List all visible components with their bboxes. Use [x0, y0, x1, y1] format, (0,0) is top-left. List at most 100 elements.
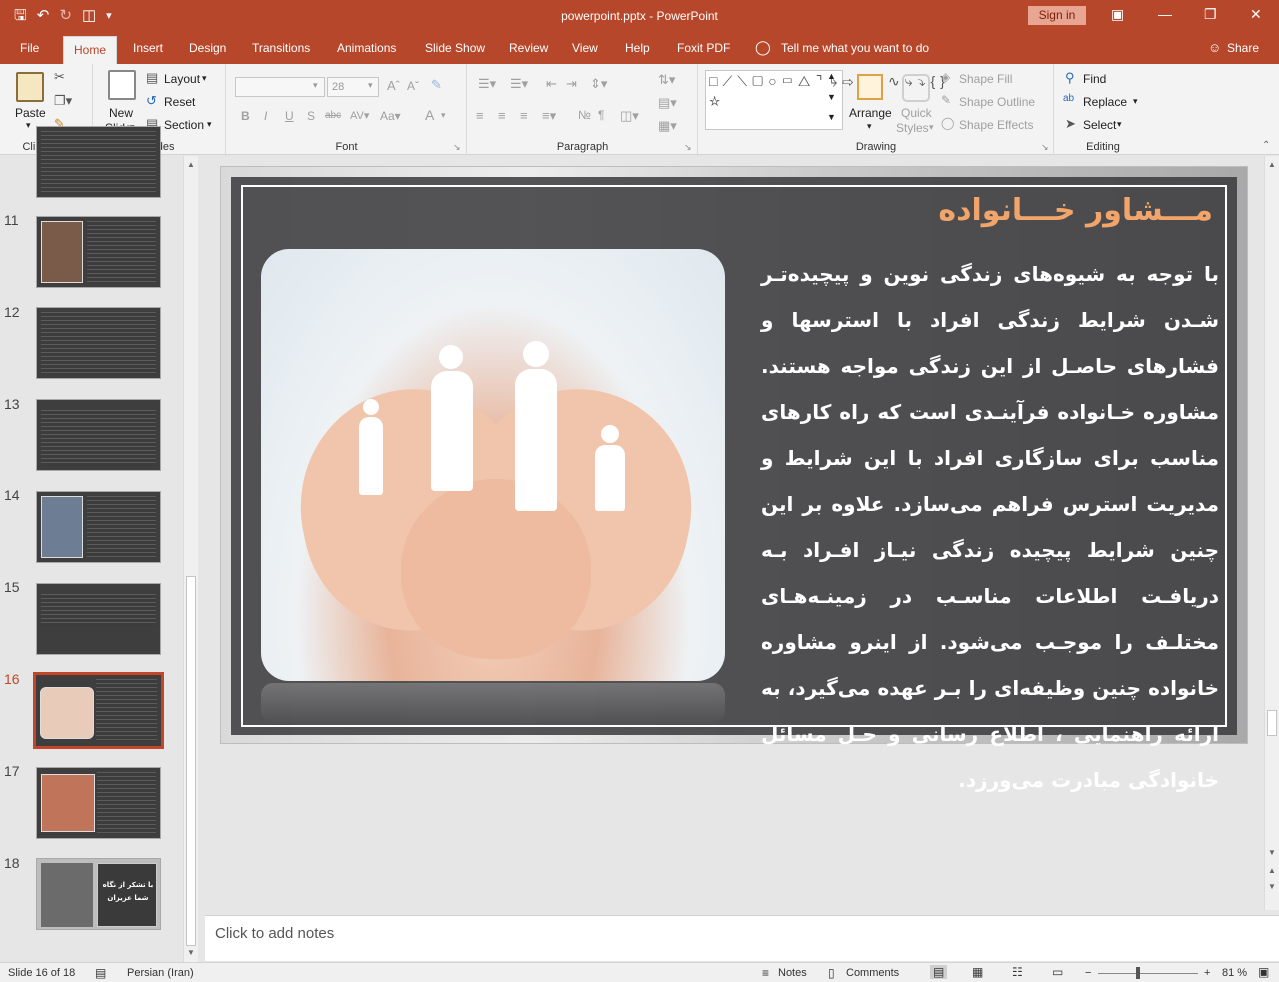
align-left-icon[interactable]: ≡ [476, 108, 484, 123]
paste-button[interactable]: Paste [15, 106, 46, 120]
ltr-icon[interactable]: ¶ [598, 108, 604, 122]
slide-sorter-icon[interactable]: ▦ [972, 965, 983, 979]
editor-scroll-down-icon[interactable]: ▼ [1268, 848, 1276, 857]
bold-icon[interactable]: B [241, 109, 250, 123]
slide-thumbnail-13[interactable] [36, 399, 161, 471]
tab-foxit-pdf[interactable]: Foxit PDF [677, 41, 730, 55]
tell-me-search[interactable]: Tell me what you want to do [781, 41, 929, 55]
italic-icon[interactable]: I [264, 109, 267, 123]
tab-review[interactable]: Review [509, 41, 548, 55]
paragraph-launcher-icon[interactable]: ↘ [684, 142, 692, 153]
line-spacing-icon[interactable]: ⇕▾ [590, 76, 607, 92]
new-slide-button[interactable]: New [109, 106, 133, 120]
shape-outline-button[interactable]: Shape Outline [959, 95, 1035, 109]
shadow-icon[interactable]: S [307, 109, 315, 123]
paste-icon[interactable] [16, 72, 44, 102]
maximize-icon[interactable]: ❐ [1204, 6, 1217, 23]
align-text-icon[interactable]: ▤▾ [658, 95, 677, 111]
zoom-level[interactable]: 81 % [1222, 967, 1247, 979]
reset-button[interactable]: Reset [164, 95, 195, 109]
normal-view-icon[interactable]: ▤ [930, 965, 948, 979]
next-slide-icon[interactable]: ▼ [1268, 882, 1276, 891]
slide-thumbnail-17[interactable] [36, 767, 161, 839]
layout-dropdown-icon[interactable]: ▾ [202, 73, 207, 84]
arrange-button[interactable]: Arrange [849, 106, 892, 120]
tab-view[interactable]: View [572, 41, 598, 55]
reading-view-icon[interactable]: ☷ [1012, 965, 1023, 979]
tab-home[interactable]: Home [63, 36, 118, 64]
shapes-scroll-down-icon[interactable]: ▼ [827, 92, 836, 102]
scroll-down-icon[interactable]: ▼ [187, 948, 195, 957]
notes-placeholder[interactable]: Click to add notes [215, 925, 334, 942]
decrease-font-icon[interactable]: Aˇ [407, 79, 419, 93]
language-indicator[interactable]: Persian (Iran) [127, 967, 194, 979]
quick-styles-button-line2[interactable]: Styles [896, 121, 929, 135]
arrange-icon[interactable] [857, 74, 883, 100]
scroll-up-icon[interactable]: ▲ [187, 160, 195, 169]
font-size-dropdown-icon[interactable]: ▾ [368, 80, 373, 91]
previous-slide-icon[interactable]: ▲ [1268, 866, 1276, 875]
thumbnail-scrollbar[interactable]: ▲ ▼ [183, 156, 198, 962]
decrease-indent-icon[interactable]: ⇤ [546, 76, 557, 92]
share-button[interactable]: Share [1227, 41, 1259, 55]
columns-icon[interactable]: ◫▾ [620, 108, 639, 124]
new-slide-icon[interactable] [108, 70, 136, 100]
select-dropdown-icon[interactable]: ▾ [1117, 119, 1122, 130]
font-color-dropdown-icon[interactable]: ▾ [441, 110, 446, 121]
slide-canvas[interactable]: مـــشاور خـــانواده با توجه به شیوه‌های … [220, 166, 1248, 792]
arrange-dropdown-icon[interactable]: ▾ [867, 121, 872, 132]
slide-title[interactable]: مـــشاور خـــانواده [938, 193, 1213, 228]
shapes-more-icon[interactable]: ▼ [827, 112, 836, 122]
quick-styles-button[interactable]: Quick [901, 106, 932, 120]
minimize-icon[interactable]: — [1158, 6, 1172, 22]
quick-styles-dropdown-icon[interactable]: ▾ [929, 122, 934, 133]
character-spacing-icon[interactable]: AV▾ [350, 109, 369, 122]
copy-icon[interactable]: ❐▾ [54, 93, 72, 109]
quick-styles-icon[interactable] [902, 74, 930, 102]
tab-animations[interactable]: Animations [337, 41, 396, 55]
editor-scrollbar-thumb[interactable] [1267, 710, 1277, 736]
slide-body-text[interactable]: با توجه به شیوه‌های زندگی نوین و پیچیده‌… [761, 251, 1219, 803]
hands-family-photo[interactable] [261, 249, 725, 681]
collapse-ribbon-icon[interactable]: ⌃ [1262, 140, 1270, 151]
font-launcher-icon[interactable]: ↘ [453, 142, 461, 153]
numbering-icon[interactable]: ☰▾ [510, 76, 528, 92]
text-direction-icon[interactable]: ⇅▾ [658, 72, 675, 88]
bullets-icon[interactable]: ☰▾ [478, 76, 496, 92]
slide-thumbnail-15[interactable] [36, 583, 161, 655]
underline-icon[interactable]: U [285, 109, 294, 123]
tab-transitions[interactable]: Transitions [252, 41, 310, 55]
section-button[interactable]: Section [164, 118, 204, 132]
cut-icon[interactable]: ✂ [54, 69, 65, 85]
clear-formatting-icon[interactable]: ✎ [431, 77, 442, 93]
shapes-gallery[interactable]: □⟋⟍▢○▭△⌝↳⇨⇩⚭∿⤷⤵{}☆ [705, 70, 945, 130]
slide-thumbnail-12[interactable] [36, 307, 161, 379]
sign-in-button[interactable]: Sign in [1028, 6, 1086, 25]
font-color-icon[interactable]: A [425, 107, 434, 123]
smartart-icon[interactable]: ▦▾ [658, 118, 677, 134]
editor-scrollbar[interactable]: ▲ ▼ ▲ ▼ [1264, 156, 1279, 910]
slide-thumbnail-18[interactable]: با تشکر از نگاه شما عزیزان [36, 858, 161, 930]
drawing-launcher-icon[interactable]: ↘ [1041, 142, 1049, 153]
strikethrough-icon[interactable]: abc [325, 110, 341, 121]
font-name-box[interactable] [235, 77, 325, 97]
select-button[interactable]: Select [1083, 118, 1116, 132]
tab-slide-show[interactable]: Slide Show [425, 41, 485, 55]
rtl-icon[interactable]: № [578, 108, 591, 122]
shape-effects-button[interactable]: Shape Effects [959, 118, 1034, 132]
tab-help[interactable]: Help [625, 41, 650, 55]
tab-insert[interactable]: Insert [133, 41, 163, 55]
fit-slide-icon[interactable]: ▣ [1258, 965, 1269, 979]
spell-check-icon[interactable]: ▤ [95, 966, 106, 980]
section-dropdown-icon[interactable]: ▾ [207, 119, 212, 130]
find-button[interactable]: Find [1083, 72, 1106, 86]
notes-pane[interactable]: Click to add notes [205, 915, 1279, 961]
align-right-icon[interactable]: ≡ [520, 108, 528, 123]
increase-indent-icon[interactable]: ⇥ [566, 76, 577, 92]
slide-thumbnail-10[interactable] [36, 126, 161, 198]
replace-button[interactable]: Replace [1083, 95, 1127, 109]
close-icon[interactable]: ✕ [1250, 6, 1262, 23]
justify-icon[interactable]: ≡▾ [542, 108, 556, 124]
zoom-slider-handle[interactable] [1136, 967, 1140, 979]
zoom-out-icon[interactable]: − [1085, 967, 1091, 979]
